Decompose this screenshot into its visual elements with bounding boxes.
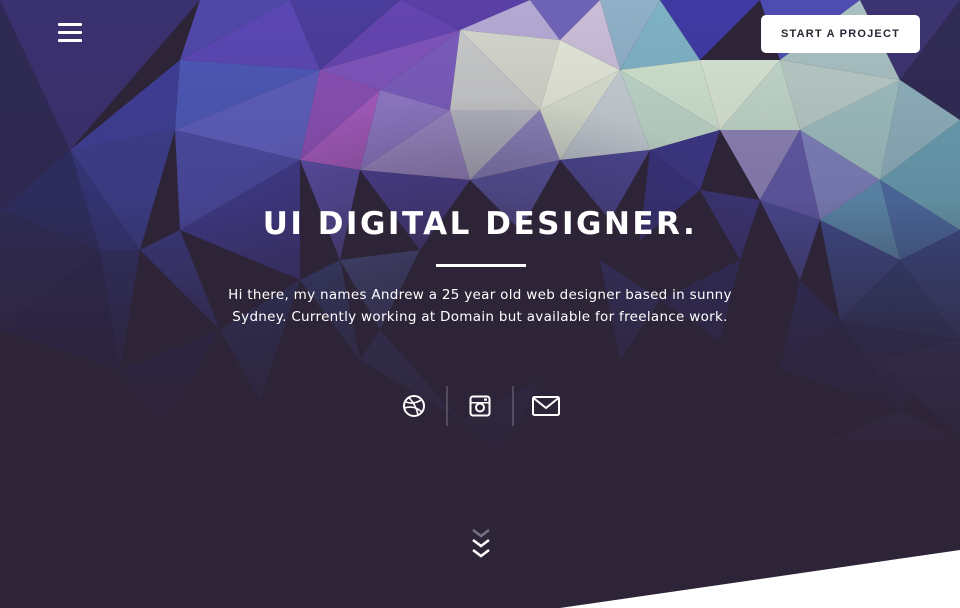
title-divider [436, 264, 526, 267]
social-divider [512, 386, 514, 426]
hero-section: START A PROJECT UI DIGITAL DESIGNER. Hi … [0, 0, 960, 608]
instagram-icon[interactable] [460, 386, 500, 426]
social-divider [446, 386, 448, 426]
dribbble-icon[interactable] [394, 386, 434, 426]
hamburger-menu-icon[interactable] [56, 22, 84, 44]
page-title: UI DIGITAL DESIGNER. [262, 206, 698, 242]
double-chevron-down-icon[interactable] [466, 526, 496, 566]
intro-text: Hi there, my names Andrew a 25 year old … [228, 287, 732, 325]
start-project-button[interactable]: START A PROJECT [761, 15, 920, 53]
email-icon[interactable] [526, 386, 566, 426]
